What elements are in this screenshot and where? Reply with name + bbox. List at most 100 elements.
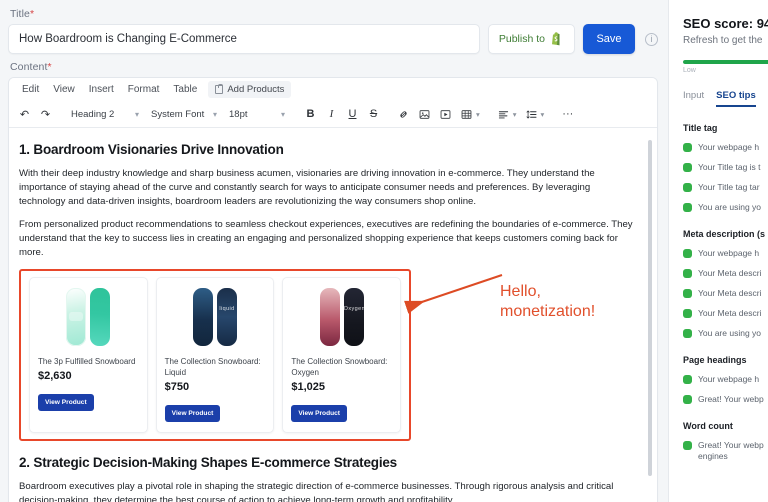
- status-dot-icon: [683, 269, 692, 278]
- product-card[interactable]: The 3p Fulfilled Snowboard $2,630 View P…: [29, 277, 148, 433]
- content-label-text: Content: [10, 61, 48, 73]
- underline-icon[interactable]: U: [343, 105, 362, 124]
- undo-icon[interactable]: ↶: [15, 105, 34, 124]
- font-family-select[interactable]: System Font ▾: [146, 105, 222, 124]
- add-products-label: Add Products: [227, 84, 285, 95]
- strikethrough-icon[interactable]: S: [364, 105, 383, 124]
- italic-icon[interactable]: I: [322, 105, 341, 124]
- content-required-marker: *: [47, 61, 52, 73]
- product-image: Oxygen: [291, 286, 392, 348]
- editor-column: Title* How Boardroom is Changing E-Comme…: [0, 0, 668, 502]
- seo-section-title-tag: Title tag Your webpage h Your Title tag …: [683, 123, 768, 213]
- product-price: $750: [164, 381, 190, 393]
- shopping-bag-icon: [215, 83, 224, 94]
- seo-tip-text: Your Meta descri: [698, 268, 762, 278]
- seo-score-bar: [683, 60, 768, 64]
- snowboard-icon: [90, 288, 111, 346]
- seo-tip-text: Your webpage h: [698, 248, 760, 258]
- seo-tip-item: You are using yo: [683, 202, 768, 213]
- status-dot-icon: [683, 441, 692, 450]
- status-dot-icon: [683, 163, 692, 172]
- chevron-down-icon: ▾: [280, 109, 285, 119]
- board-wordmark: liquid: [219, 306, 235, 312]
- seo-tip-text: Your Meta descri: [698, 308, 762, 318]
- add-products-button[interactable]: Add Products: [208, 81, 292, 98]
- status-dot-icon: [683, 143, 692, 152]
- status-dot-icon: [683, 249, 692, 258]
- save-button-label: Save: [596, 33, 622, 45]
- seo-tip-item: Your Meta descri: [683, 288, 768, 299]
- title-input[interactable]: How Boardroom is Changing E-Commerce: [8, 24, 480, 54]
- document-paragraph-3: Boardroom executives play a pivotal role…: [19, 481, 614, 502]
- view-product-button[interactable]: View Product: [38, 394, 94, 411]
- board-wordmark: Oxygen: [343, 306, 364, 312]
- table-chevron-down-icon[interactable]: ▾: [476, 110, 480, 119]
- product-block: The 3p Fulfilled Snowboard $2,630 View P…: [19, 269, 411, 441]
- tab-input[interactable]: Input: [683, 90, 704, 107]
- table-icon[interactable]: [457, 105, 476, 124]
- view-product-button[interactable]: View Product: [164, 405, 221, 422]
- info-icon[interactable]: i: [645, 32, 658, 46]
- menu-item-format[interactable]: Format: [121, 81, 167, 98]
- document-paragraph-1: With their deep industry knowledge and s…: [19, 168, 595, 207]
- media-video-icon[interactable]: [436, 105, 455, 124]
- menu-item-view[interactable]: View: [46, 81, 82, 98]
- seo-tip-text: Great! Your webp: [698, 394, 764, 404]
- seo-tip-text: You are using yo: [698, 328, 762, 338]
- save-button[interactable]: Save: [583, 24, 635, 54]
- seo-tip-item: Your Meta descri: [683, 308, 768, 319]
- align-chevron-down-icon[interactable]: ▾: [513, 110, 517, 119]
- status-dot-icon: [683, 329, 692, 338]
- snowboard-icon: [193, 288, 213, 346]
- publish-to-shopify-button[interactable]: Publish to: [487, 24, 575, 54]
- title-input-value: How Boardroom is Changing E-Commerce: [19, 33, 237, 45]
- status-dot-icon: [683, 395, 692, 404]
- seo-refresh-text: Refresh to get the: [683, 35, 763, 46]
- seo-tabs: Input SEO tips: [683, 90, 768, 107]
- seo-section-heading: Title tag: [683, 123, 718, 133]
- seo-score-label: SEO score: 94: [683, 16, 768, 31]
- seo-tip-text: Your webpage h: [698, 142, 760, 152]
- menu-item-insert[interactable]: Insert: [82, 81, 121, 98]
- seo-tip-item: Your Title tag tar: [683, 182, 768, 193]
- snowboard-icon: [66, 288, 87, 346]
- document-heading-2: 2. Strategic Decision-Making Shapes E-co…: [19, 455, 397, 470]
- seo-tip-text: Your Meta descri: [698, 288, 762, 298]
- seo-tip-text: You are using yo: [698, 202, 762, 212]
- seo-tip-item: Great! Your webp engines: [683, 440, 768, 462]
- seo-tip-item: You are using yo: [683, 328, 768, 339]
- bold-icon[interactable]: B: [301, 105, 320, 124]
- document-canvas[interactable]: 1. Boardroom Visionaries Drive Innovatio…: [9, 128, 657, 502]
- align-icon[interactable]: [494, 105, 513, 124]
- product-card-list: The 3p Fulfilled Snowboard $2,630 View P…: [29, 277, 402, 433]
- seo-tip-text: Your Title tag tar: [698, 182, 760, 192]
- product-card[interactable]: Oxygen The Collection Snowboard: Oxygen …: [282, 277, 402, 433]
- seo-score-bar-low-label: Low: [683, 67, 696, 74]
- snowboard-icon: Oxygen: [343, 288, 364, 346]
- rich-text-editor: Edit View Insert Format Table Add Produc…: [8, 77, 658, 502]
- product-name: The Collection Snowboard: Oxygen: [291, 357, 388, 377]
- redo-icon[interactable]: ↷: [36, 105, 55, 124]
- menu-item-table[interactable]: Table: [166, 81, 204, 98]
- view-product-button[interactable]: View Product: [291, 405, 347, 422]
- block-format-value: Heading 2: [71, 108, 115, 120]
- seo-tip-item: Great! Your webp: [683, 394, 768, 405]
- line-height-icon[interactable]: [522, 105, 541, 124]
- more-options-icon[interactable]: ···: [558, 105, 577, 124]
- link-icon[interactable]: [394, 105, 413, 124]
- seo-tip-text: Your Title tag is t: [698, 162, 761, 172]
- product-card[interactable]: liquid The Collection Snowboard: Liquid …: [155, 277, 275, 433]
- line-height-chevron-down-icon[interactable]: ▾: [541, 110, 545, 119]
- block-format-select[interactable]: Heading 2 ▾: [66, 105, 144, 124]
- image-icon[interactable]: [415, 105, 434, 124]
- tab-seo-tips[interactable]: SEO tips: [716, 90, 756, 107]
- menu-item-edit[interactable]: Edit: [15, 81, 46, 98]
- font-size-select[interactable]: 18pt ▾: [224, 105, 290, 124]
- document-paragraph-2: From personalized product recommendation…: [19, 219, 633, 258]
- font-size-value: 18pt: [229, 108, 248, 120]
- chevron-down-icon: ▾: [134, 109, 139, 119]
- document-scrollbar[interactable]: [648, 140, 652, 476]
- seo-tip-item: Your webpage h: [683, 142, 768, 153]
- product-price: $2,630: [38, 370, 72, 382]
- title-row: How Boardroom is Changing E-Commerce Pub…: [8, 24, 658, 54]
